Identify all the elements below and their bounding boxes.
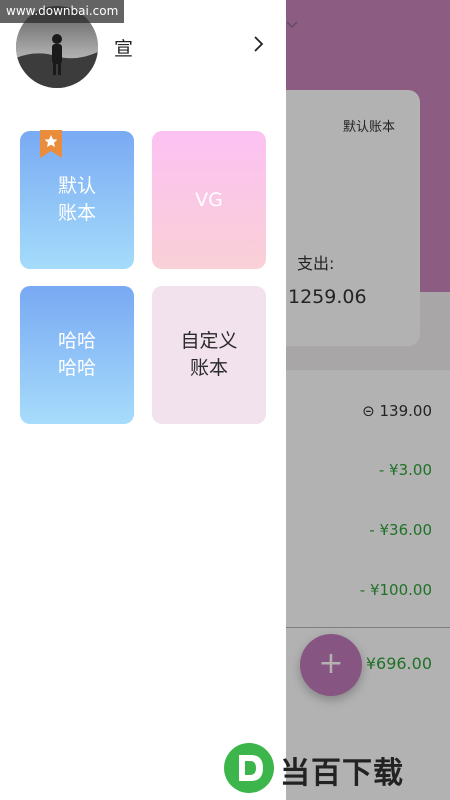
- site-watermark: www.downbai.com: [0, 0, 125, 23]
- account-book-default[interactable]: 默认 账本: [20, 130, 134, 269]
- book-name-line: 账本: [189, 357, 228, 379]
- logo-text: 当百下载: [280, 756, 404, 791]
- chevron-right-icon[interactable]: [248, 34, 268, 54]
- navigation-drawer: 宣 默认 账本 VG 哈哈 哈哈 自定义 账本: [0, 0, 286, 800]
- book-name-line: 哈哈: [57, 330, 96, 352]
- site-logo: 当百下载: [222, 740, 448, 796]
- custom-account-book-button[interactable]: 自定义 账本: [152, 286, 266, 424]
- user-name[interactable]: 宣: [114, 34, 133, 61]
- book-name-line: VG: [195, 188, 223, 211]
- book-name-line: 默认: [57, 175, 96, 197]
- default-star-badge-icon: [40, 130, 62, 158]
- book-name-line: 账本: [57, 202, 96, 224]
- book-name-line: 哈哈: [57, 357, 96, 379]
- book-name-line: 自定义: [180, 330, 238, 352]
- account-book-vg[interactable]: VG: [152, 131, 266, 269]
- account-book-haha[interactable]: 哈哈 哈哈: [20, 286, 134, 424]
